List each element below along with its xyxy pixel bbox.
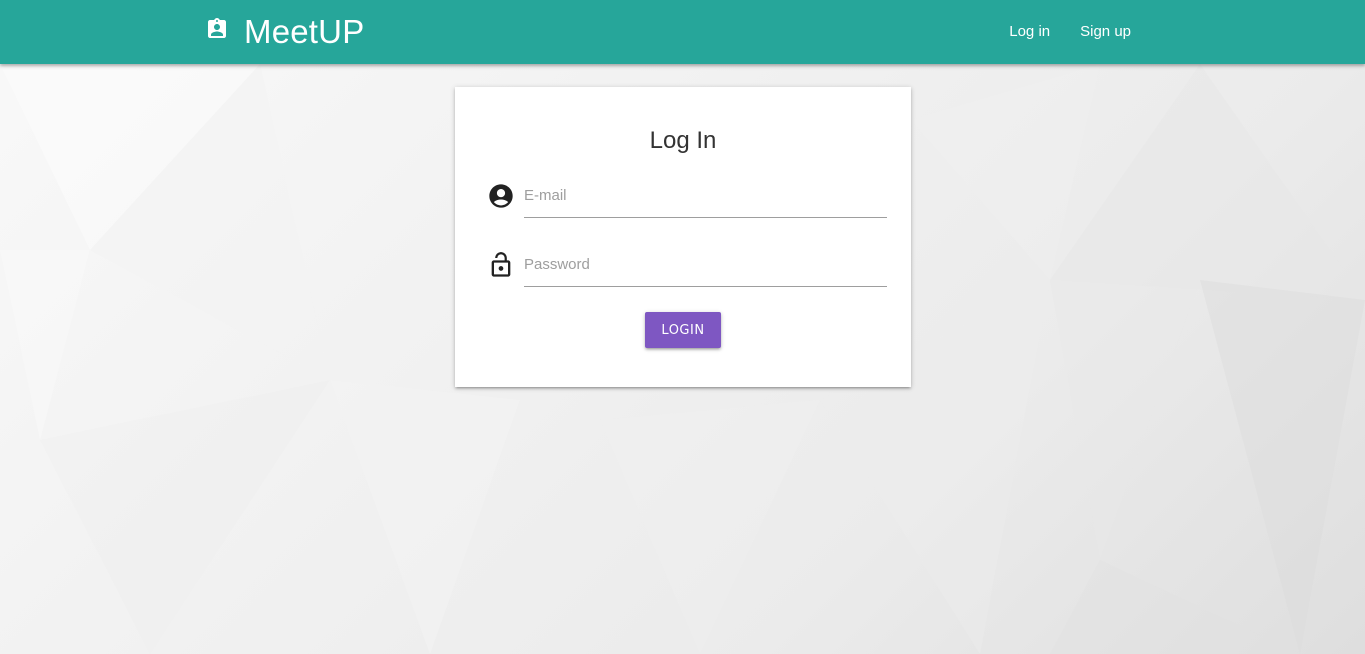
- brand-logo-link[interactable]: MeetUP: [205, 0, 364, 64]
- login-button[interactable]: LOGIN: [645, 312, 721, 348]
- password-input[interactable]: [524, 243, 887, 287]
- brand-name: MeetUP: [244, 13, 365, 50]
- email-field-group: [487, 174, 887, 222]
- login-title: Log In: [649, 127, 717, 154]
- lock-open-icon: [487, 251, 515, 279]
- nav-signup-link[interactable]: Sign up: [1065, 0, 1146, 64]
- email-input[interactable]: [524, 174, 887, 218]
- nav-login-link[interactable]: Log in: [994, 0, 1065, 64]
- top-navbar: MeetUP Log in Sign up: [0, 0, 1365, 64]
- nav-links: Log in Sign up: [994, 0, 1146, 64]
- login-card: Log In LOGIN: [455, 87, 911, 387]
- badge-icon: [205, 17, 229, 41]
- password-field-group: [487, 243, 887, 291]
- account-circle-icon: [487, 182, 515, 210]
